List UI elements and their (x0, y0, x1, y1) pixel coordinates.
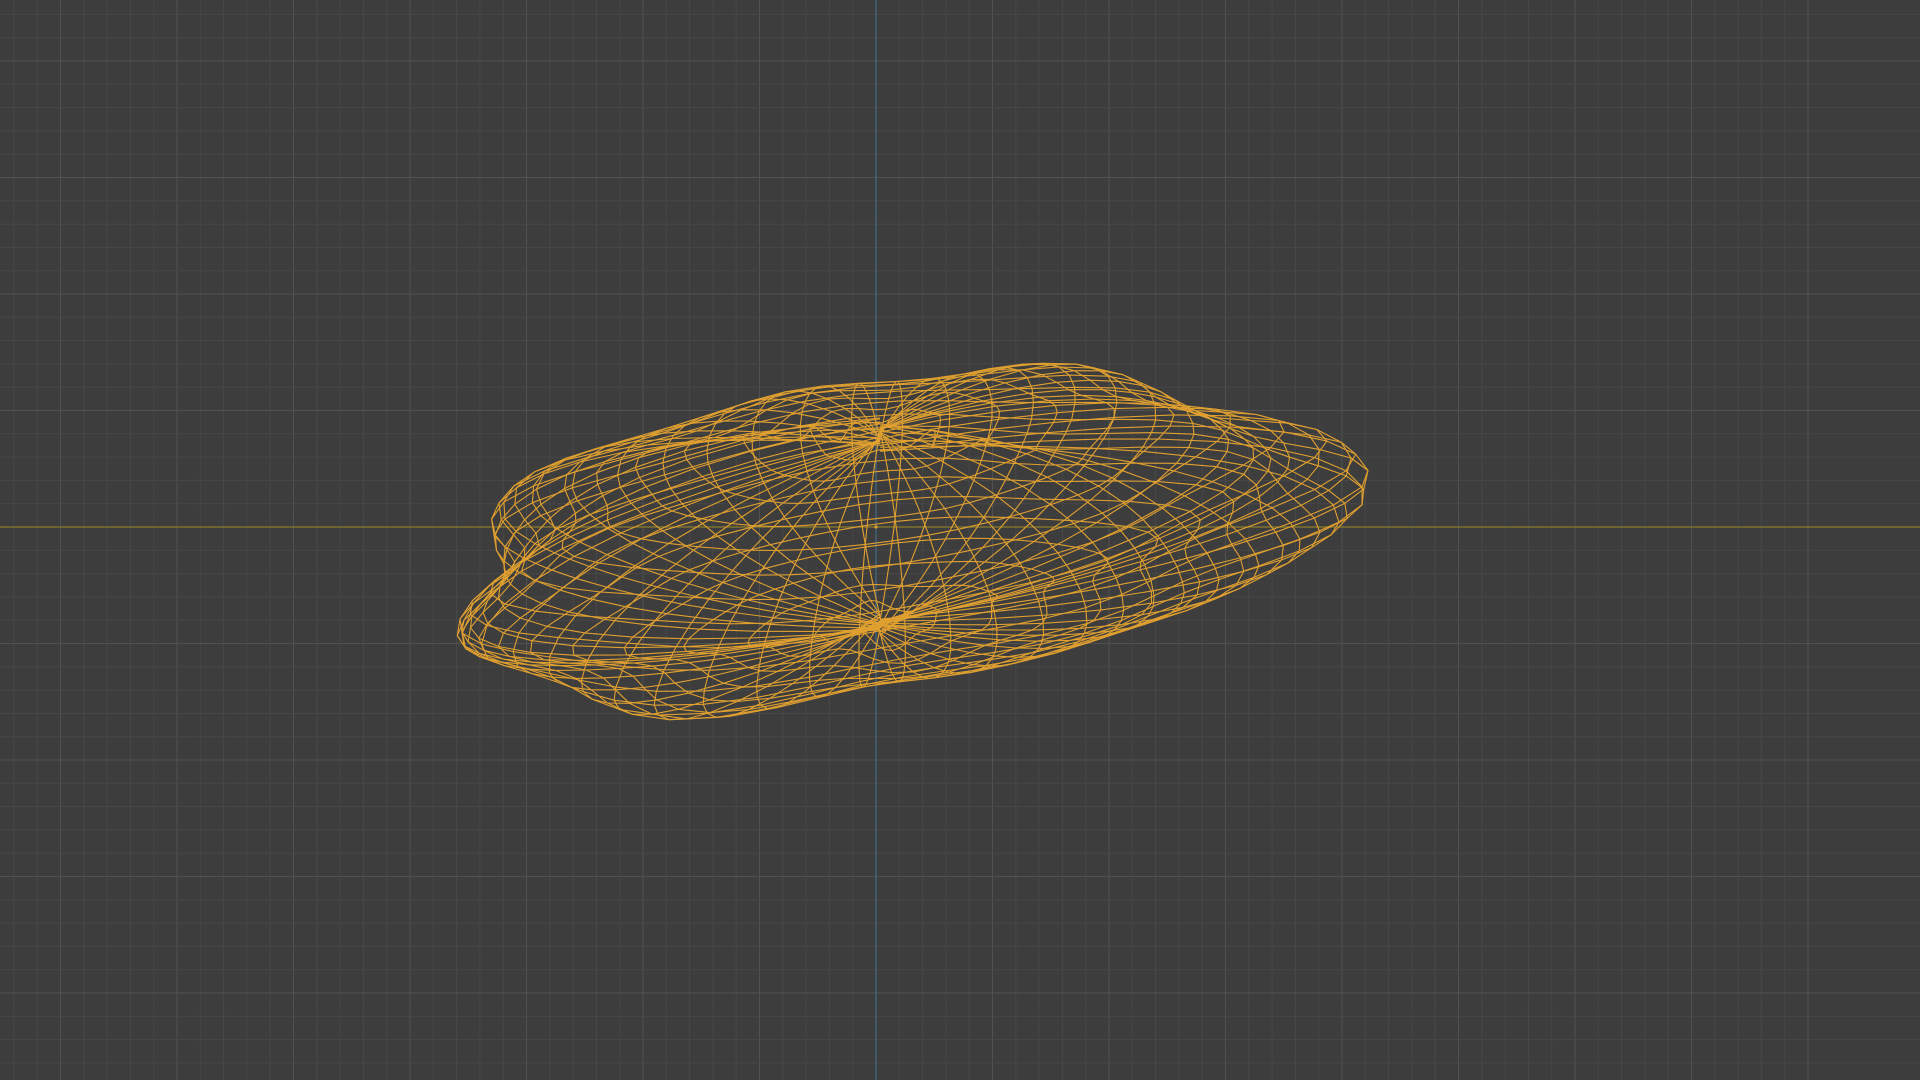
wireframe-mesh[interactable] (456, 362, 1369, 721)
mesh-edge-ring (512, 439, 881, 679)
mesh-edge-ring (879, 425, 1369, 621)
3d-viewport[interactable] (0, 0, 1920, 1080)
mesh-edge-ring (653, 440, 881, 721)
floor-grid (0, 0, 1920, 1080)
mesh-edge-ring (702, 439, 881, 718)
viewport-canvas[interactable] (0, 0, 1920, 1080)
mesh-edge-loop (623, 537, 1109, 688)
object-origin-point (874, 525, 878, 529)
mesh-edge-ring (879, 389, 1230, 623)
